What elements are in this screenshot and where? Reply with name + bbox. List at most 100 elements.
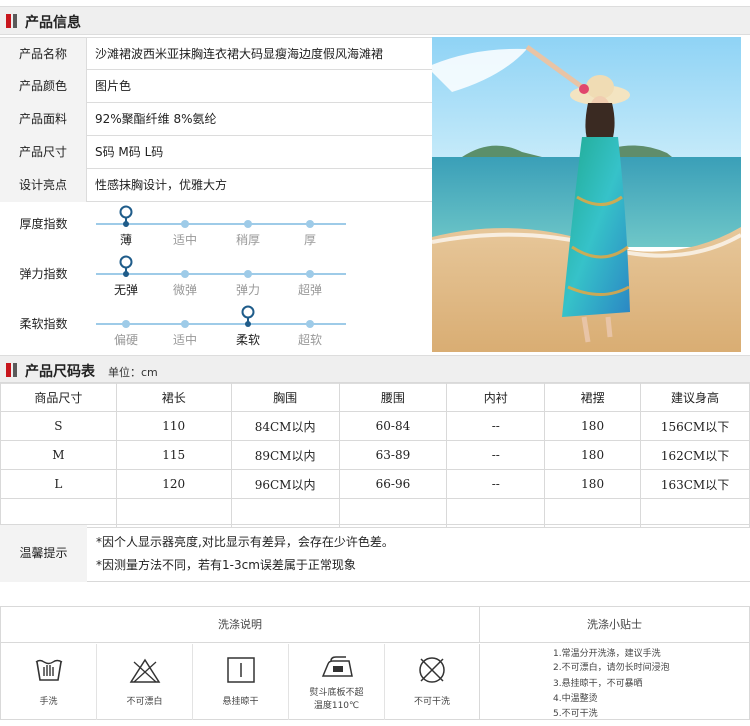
index-label: 厚度指数 xyxy=(19,217,68,231)
size-cell: 96CM以内 xyxy=(230,469,340,499)
scale-dot xyxy=(244,270,252,278)
size-cell: -- xyxy=(446,469,546,499)
size-cell: 63-89 xyxy=(338,440,448,470)
info-label: 产品名称 xyxy=(0,38,87,71)
info-value: 图片色 xyxy=(95,79,132,93)
size-cell: 156CM以下 xyxy=(640,411,750,441)
tip-line: *因测量方法不同，若有1-3cm误差属于正常现象 xyxy=(96,558,356,572)
size-cell: 66-96 xyxy=(338,469,448,499)
size-header-cell: 胸围 xyxy=(230,382,340,412)
wash-cell: 不可漂白 xyxy=(97,644,193,720)
washing-instructions: 洗涤说明 洗涤小贴士 手洗 不可漂白 悬挂晾干 熨斗底板不超 温度110℃ 不可… xyxy=(0,606,750,720)
info-value: S码 M码 L码 xyxy=(95,145,164,159)
info-row: 产品颜色 图片色 xyxy=(0,70,432,103)
iron-icon xyxy=(321,656,353,677)
scale-dot xyxy=(181,270,189,278)
size-cell: L xyxy=(0,469,117,499)
no-dry-clean-icon xyxy=(419,657,445,683)
info-value: 性感抹胸设计，优雅大方 xyxy=(95,178,228,192)
wash-tip: 1.常温分开洗涤，建议手洗 xyxy=(553,649,661,659)
scale-option: 微弹 xyxy=(172,283,197,297)
map-pin-icon xyxy=(241,305,255,327)
wash-header-right: 洗涤小贴士 xyxy=(480,607,749,643)
wash-cell: 熨斗底板不超 温度110℃ xyxy=(289,644,385,720)
scale-dot xyxy=(306,270,314,278)
size-header-cell: 内衬 xyxy=(446,382,546,412)
wash-tip: 2.不可漂白，请勿长时间浸泡 xyxy=(553,663,670,673)
scale-option: 超弹 xyxy=(297,283,322,297)
scale-option: 适中 xyxy=(172,333,197,347)
info-label: 产品尺寸 xyxy=(0,136,87,169)
header-accent-gray xyxy=(13,14,17,28)
header-accent-red xyxy=(6,14,11,28)
warm-tips: 温馨提示 *因个人显示器亮度,对比显示有差异，会存在少许色差。 *因测量方法不同… xyxy=(0,524,750,582)
size-cell: M xyxy=(0,440,117,470)
info-label: 产品颜色 xyxy=(0,70,87,103)
wash-label: 悬挂晾干 xyxy=(222,697,259,707)
size-row: M 115 89CM以内 63-89 -- 180 162CM以下 xyxy=(0,440,750,470)
info-label: 设计亮点 xyxy=(0,169,87,202)
section-title: 产品尺码表 xyxy=(25,364,95,380)
header-accent-gray xyxy=(13,363,17,377)
size-header-cell: 腰围 xyxy=(338,382,448,412)
info-row: 产品名称 沙滩裙波西米亚抹胸连衣裙大码显瘦海边度假风海滩裙 xyxy=(0,37,432,71)
scale-option: 适中 xyxy=(172,233,197,247)
wash-header-left: 洗涤说明 xyxy=(1,607,480,643)
scale-dot xyxy=(244,220,252,228)
size-cell: 89CM以内 xyxy=(230,440,340,470)
no-bleach-icon xyxy=(129,658,161,683)
info-row: 设计亮点 性感抹胸设计，优雅大方 xyxy=(0,169,432,202)
wash-label: 手洗 xyxy=(39,697,58,707)
hand-wash-icon xyxy=(35,659,63,681)
size-cell: 180 xyxy=(544,440,642,470)
scale-dot xyxy=(306,220,314,228)
tips-label: 温馨提示 xyxy=(0,525,87,582)
info-value: 92%聚酯纤维 8%氨纶 xyxy=(95,112,217,126)
map-pin-icon xyxy=(119,255,133,277)
scale-option: 超软 xyxy=(297,333,322,347)
info-row: 产品尺寸 S码 M码 L码 xyxy=(0,136,432,169)
size-header-cell: 裙长 xyxy=(115,382,232,412)
size-header-cell: 建议身高 xyxy=(640,382,750,412)
info-row: 产品面料 92%聚酯纤维 8%氨纶 xyxy=(0,103,432,136)
section-header-size-chart: 产品尺码表 单位：cm xyxy=(0,355,750,384)
size-cell: -- xyxy=(446,440,546,470)
wash-cell: 悬挂晾干 xyxy=(193,644,289,720)
size-cell: 60-84 xyxy=(338,411,448,441)
scale-option: 偏硬 xyxy=(113,333,138,347)
scale-option: 无弹 xyxy=(113,283,138,297)
size-cell: 84CM以内 xyxy=(230,411,340,441)
info-label: 产品面料 xyxy=(0,103,87,136)
section-title: 产品信息 xyxy=(25,15,81,31)
scale-option: 弹力 xyxy=(235,283,260,297)
size-cell: 162CM以下 xyxy=(640,440,750,470)
scale-dot xyxy=(181,220,189,228)
size-row: S 110 84CM以内 60-84 -- 180 156CM以下 xyxy=(0,411,750,441)
size-cell: -- xyxy=(446,411,546,441)
wash-label: 不可漂白 xyxy=(126,697,163,707)
product-photo xyxy=(432,37,741,352)
size-cell: 180 xyxy=(544,469,642,499)
wash-tip: 3.悬挂晾干，不可暴晒 xyxy=(553,679,643,689)
size-cell: 115 xyxy=(115,440,232,470)
scale-option: 柔软 xyxy=(235,333,260,347)
size-header-cell: 商品尺寸 xyxy=(0,382,117,412)
size-header-row: 商品尺寸 裙长 胸围 腰围 内衬 裙摆 建议身高 xyxy=(0,382,750,412)
scale-dot xyxy=(181,320,189,328)
wash-cell: 不可干洗 xyxy=(385,644,480,720)
scale-dot xyxy=(122,320,130,328)
tip-line: *因个人显示器亮度,对比显示有差异，会存在少许色差。 xyxy=(96,535,394,549)
size-table: 商品尺寸 裙长 胸围 腰围 内衬 裙摆 建议身高 S 110 84CM以内 60-84 -- 180 15… xyxy=(0,382,750,528)
info-value: 沙滩裙波西米亚抹胸连衣裙大码显瘦海边度假风海滩裙 xyxy=(95,47,384,61)
section-header-product-info: 产品信息 xyxy=(0,6,750,35)
wash-label: 熨斗底板不超 温度110℃ xyxy=(309,688,364,711)
size-cell: 110 xyxy=(115,411,232,441)
wash-tip: 4.中温整烫 xyxy=(553,694,598,704)
unit-note: 单位：cm xyxy=(108,366,158,379)
header-accent-red xyxy=(6,363,11,377)
scale-dot xyxy=(306,320,314,328)
scale-option: 稍厚 xyxy=(235,233,260,247)
size-cell: 163CM以下 xyxy=(640,469,750,499)
size-cell: S xyxy=(0,411,117,441)
index-label: 弹力指数 xyxy=(19,267,68,281)
